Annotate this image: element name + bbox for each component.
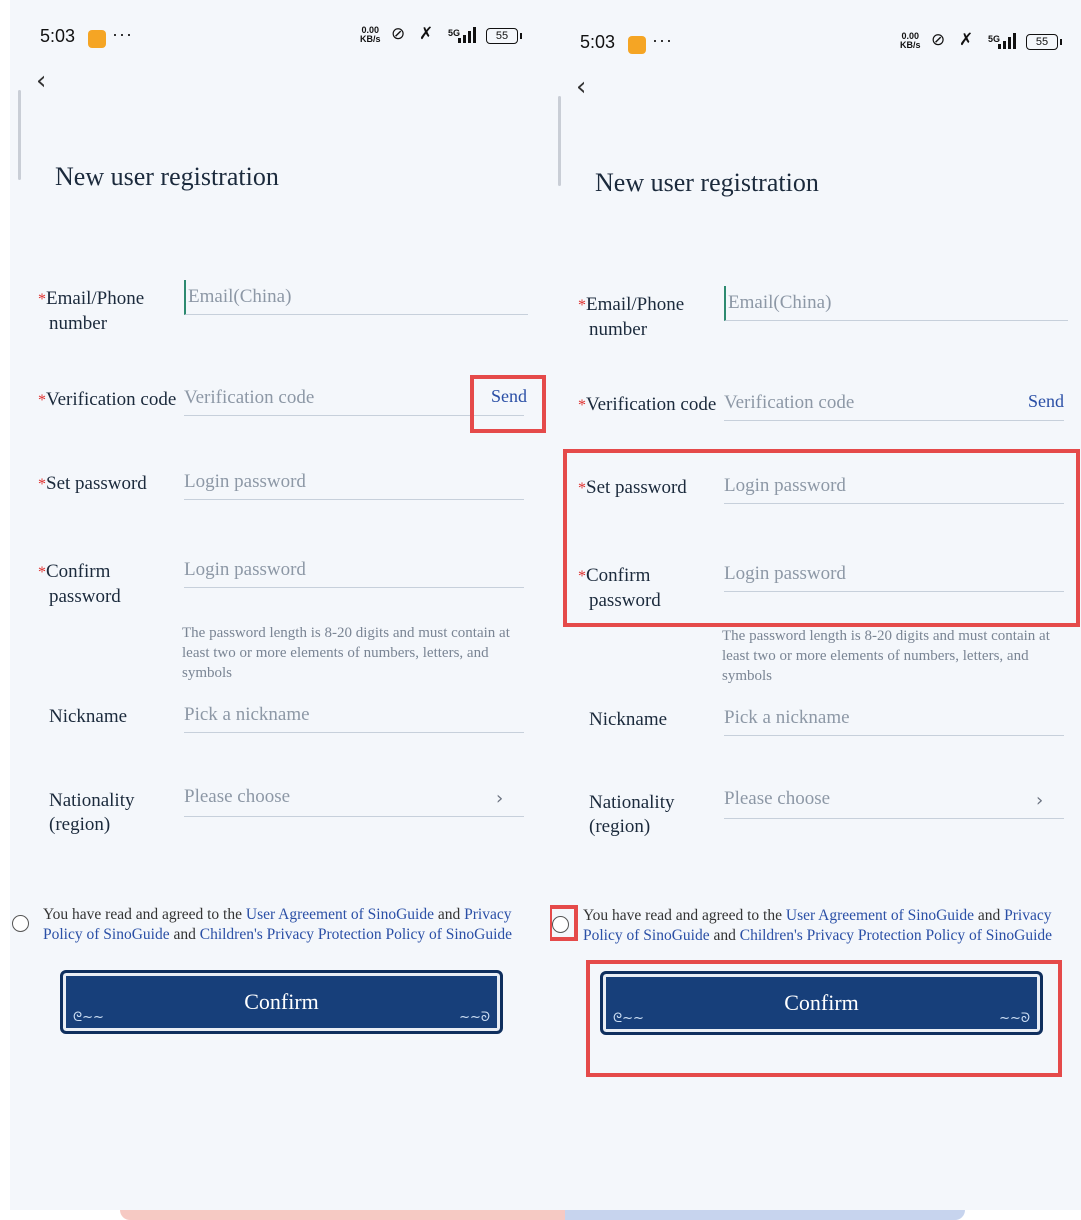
set-password-input[interactable] <box>184 465 524 500</box>
signal-icon <box>998 33 1018 49</box>
email-label: *Email/Phone number <box>38 288 145 334</box>
agree-radio[interactable] <box>552 916 569 933</box>
network-speed: 0.00 KB/s <box>360 25 381 44</box>
battery-icon: 55 <box>1026 34 1062 50</box>
nationality-label: Nationality (region) <box>589 792 675 837</box>
verification-code-label: *Verification code <box>578 394 717 415</box>
nickname-input[interactable] <box>724 701 1064 736</box>
status-time: 5:03 <box>580 32 616 52</box>
back-chevron-icon[interactable]: ‹ <box>36 66 46 96</box>
status-bar: 5:03 ··· 0.00 KB/s ⊘ ✗ 5G 55 <box>10 24 550 54</box>
required-marker: * <box>38 392 46 409</box>
notification-app-icon <box>628 36 646 54</box>
notification-app-icon <box>88 30 106 48</box>
hotspot-icon: ⊘ <box>931 30 946 50</box>
children-privacy-link[interactable]: Children's Privacy Protection Policy of … <box>200 926 512 943</box>
battery-icon: 55 <box>486 28 522 44</box>
set-password-input[interactable] <box>724 469 1064 504</box>
scrollbar[interactable] <box>18 90 21 180</box>
cloud-ornament-icon: ᘓ~~ <box>73 1010 104 1025</box>
nickname-input[interactable] <box>184 698 524 733</box>
mute-icon: ✗ <box>419 24 434 44</box>
nickname-label: Nickname <box>589 709 668 730</box>
confirm-password-input[interactable] <box>184 553 524 588</box>
cloud-ornament-icon: ~~ᘐ <box>999 1011 1030 1026</box>
user-agreement-link[interactable]: User Agreement of SinoGuide <box>246 906 434 923</box>
password-hint: The password length is 8-20 digits and m… <box>182 625 510 681</box>
more-notifications-icon: ··· <box>112 24 133 44</box>
phone-screenshot-left: 5:03 ··· 0.00 KB/s ⊘ ✗ 5G 55 ‹ New user r… <box>10 0 550 1210</box>
chevron-right-icon: › <box>496 788 504 809</box>
confirm-password-label: *Confirm password <box>38 561 121 607</box>
send-code-button[interactable]: Send <box>1028 391 1064 412</box>
nationality-select[interactable]: Please choose <box>724 784 1064 819</box>
nationality-select[interactable]: Please choose <box>184 782 524 817</box>
network-speed: 0.00 KB/s <box>900 31 921 50</box>
status-bar: 5:03 ··· 0.00 KB/s ⊘ ✗ 5G 55 <box>550 30 1081 60</box>
phone-screenshot-right: 5:03 ··· 0.00 KB/s ⊘ ✗ 5G 55 ‹ New user r… <box>550 0 1081 1210</box>
cloud-ornament-icon: ~~ᘐ <box>459 1010 490 1025</box>
agreement-text: You have read and agreed to the User Agr… <box>583 907 1053 944</box>
hotspot-icon: ⊘ <box>391 24 406 44</box>
required-marker: * <box>38 564 46 581</box>
email-input[interactable] <box>724 286 1068 321</box>
bottom-tint-left <box>120 1210 565 1220</box>
confirm-password-input[interactable] <box>724 557 1064 592</box>
back-chevron-icon[interactable]: ‹ <box>576 72 586 102</box>
confirm-button[interactable]: Confirm ᘓ~~ ~~ᘐ <box>60 970 503 1034</box>
page-title: New user registration <box>595 168 819 197</box>
send-code-button[interactable]: Send <box>491 386 527 407</box>
email-input[interactable] <box>184 280 528 315</box>
required-marker: * <box>578 480 586 497</box>
set-password-label: *Set password <box>38 473 147 494</box>
chevron-right-icon: › <box>1036 790 1044 811</box>
required-marker: * <box>38 476 46 493</box>
verification-code-input[interactable] <box>724 386 1064 421</box>
agreement-text: You have read and agreed to the User Agr… <box>43 906 513 943</box>
required-marker: * <box>578 297 586 314</box>
confirm-button[interactable]: Confirm ᘓ~~ ~~ᘐ <box>600 971 1043 1035</box>
bottom-tint-right <box>565 1210 965 1220</box>
user-agreement-link[interactable]: User Agreement of SinoGuide <box>786 907 974 924</box>
nationality-label: Nationality (region) <box>49 790 135 835</box>
children-privacy-link[interactable]: Children's Privacy Protection Policy of … <box>740 927 1052 944</box>
more-notifications-icon: ··· <box>652 30 673 50</box>
password-hint: The password length is 8-20 digits and m… <box>722 628 1050 684</box>
set-password-label: *Set password <box>578 477 687 498</box>
required-marker: * <box>578 568 586 585</box>
verification-code-input[interactable] <box>184 381 524 416</box>
confirm-password-label: *Confirm password <box>578 565 661 611</box>
scrollbar[interactable] <box>558 96 561 186</box>
required-marker: * <box>578 397 586 414</box>
email-label: *Email/Phone number <box>578 294 685 340</box>
cloud-ornament-icon: ᘓ~~ <box>613 1011 644 1026</box>
signal-icon <box>458 27 478 43</box>
nickname-label: Nickname <box>49 706 128 727</box>
required-marker: * <box>38 291 46 308</box>
verification-code-label: *Verification code <box>38 389 177 410</box>
page-title: New user registration <box>55 162 279 191</box>
status-time: 5:03 <box>40 26 76 46</box>
mute-icon: ✗ <box>959 30 974 50</box>
agree-radio[interactable] <box>12 915 29 932</box>
